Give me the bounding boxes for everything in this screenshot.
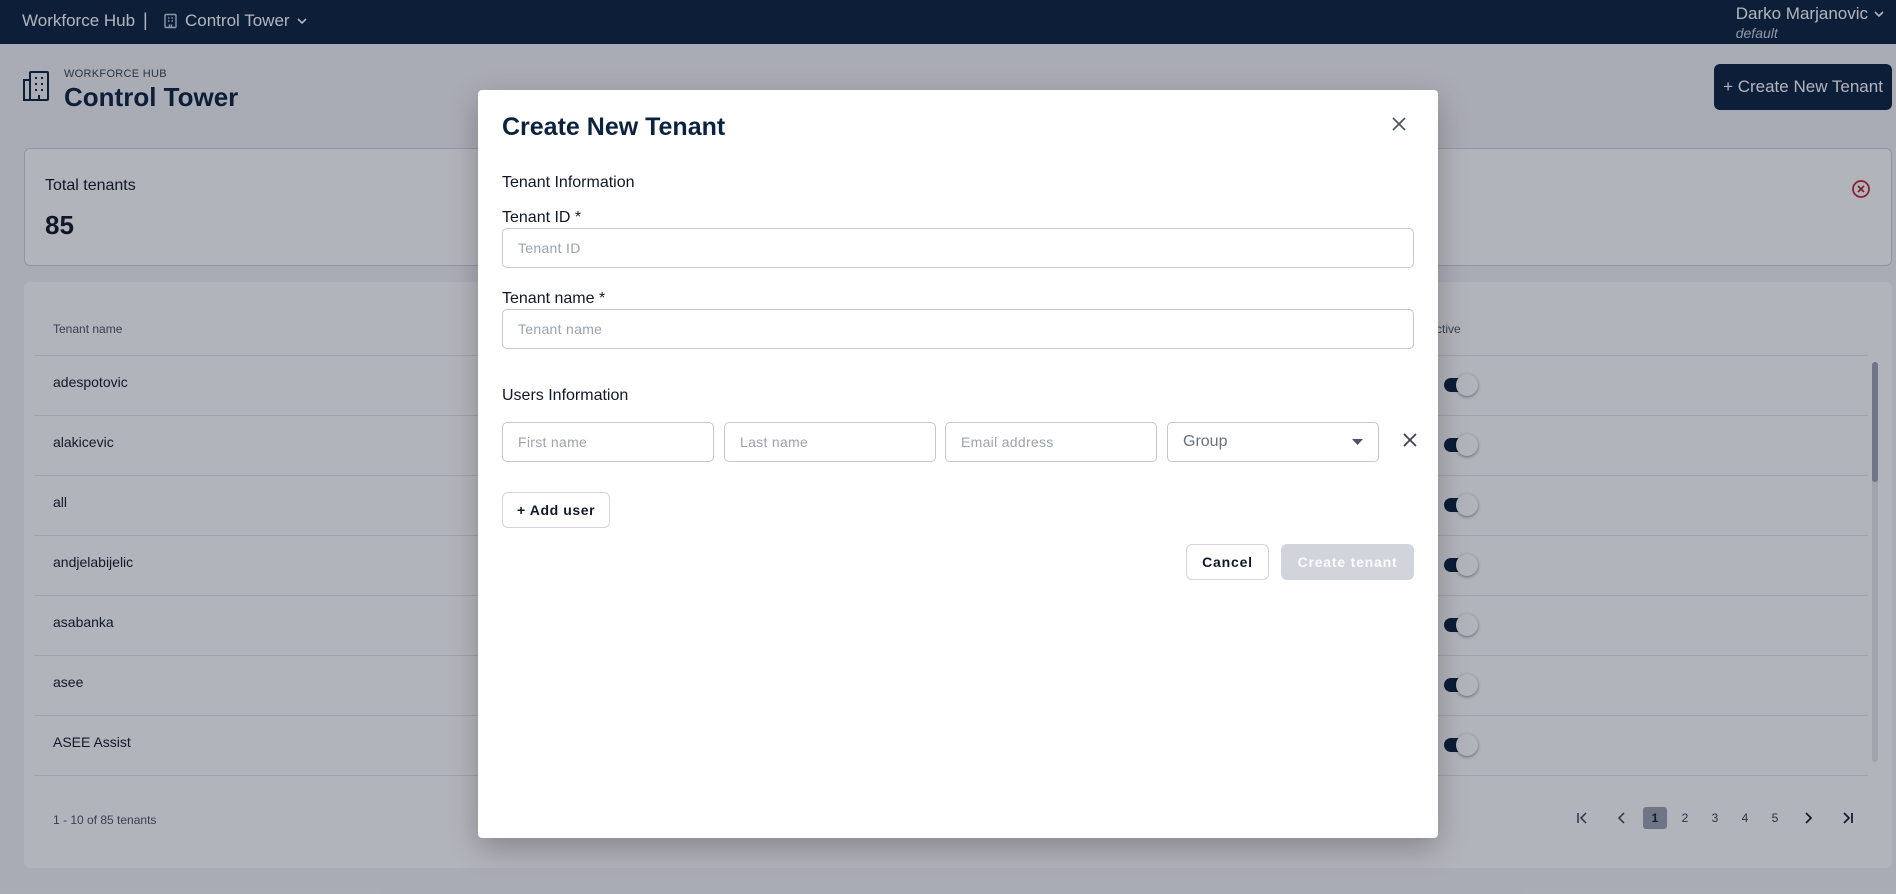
last-name-input[interactable] [724,422,936,462]
group-select[interactable]: Group [1167,422,1379,462]
users-information-heading: Users Information [502,387,629,404]
add-user-button[interactable]: + Add user [502,492,611,528]
caret-down-icon [1352,439,1363,445]
close-icon[interactable] [1391,116,1407,132]
create-tenant-dialog: Create New Tenant Tenant Information Ten… [478,90,1438,838]
cancel-button[interactable]: Cancel [1186,544,1269,580]
dialog-title: Create New Tenant [502,113,726,141]
tenant-name-label: Tenant name * [502,290,606,307]
tenant-information-heading: Tenant Information [502,174,635,191]
tenant-name-input[interactable] [502,309,1414,349]
group-select-placeholder: Group [1183,433,1228,450]
first-name-input[interactable] [502,422,714,462]
close-icon[interactable] [1402,432,1418,448]
tenant-id-label: Tenant ID * [502,209,582,226]
email-address-input[interactable] [945,422,1157,462]
tenant-id-input[interactable] [502,228,1414,268]
create-tenant-button[interactable]: Create tenant [1281,544,1414,580]
